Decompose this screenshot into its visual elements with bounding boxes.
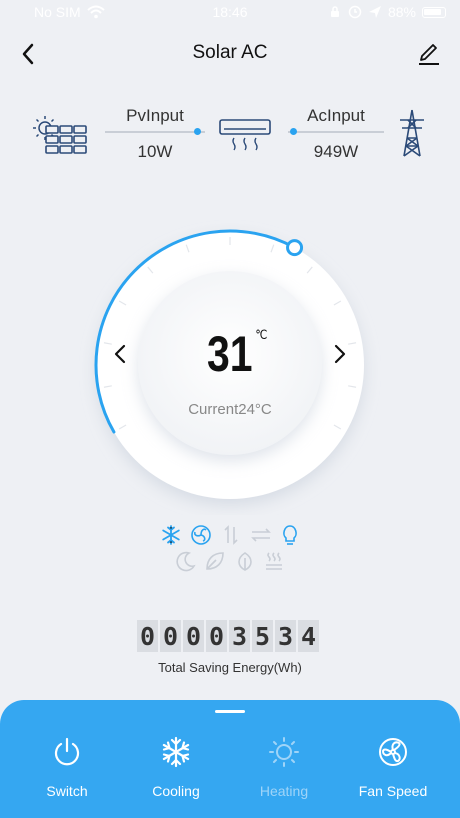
current-temperature: Current24°C [188,401,272,418]
alarm-icon [348,5,362,19]
battery-icon [422,6,446,18]
snowflake-icon [162,736,190,768]
lock-rotation-icon [330,6,339,17]
heating-button[interactable]: Heating [234,736,334,799]
moon-icon [176,551,196,572]
page-title: Solar AC [192,42,268,63]
energy-digit: 0 [183,620,204,652]
energy-digit: 0 [137,620,158,652]
left-right-arrows-icon [251,528,271,542]
fan-speed-label: Fan Speed [358,783,428,799]
bulb-icon [283,525,297,545]
cooling-button[interactable]: Cooling [126,736,226,799]
ac-input-value: 949W [313,142,359,161]
switch-button[interactable]: Switch [17,736,117,799]
fan-icon [379,738,407,766]
eco-leaf-icon [238,552,252,571]
energy-counter: 00003534 [137,620,319,652]
cooling-label: Cooling [152,783,200,799]
pv-input-value: 10W [137,142,173,161]
pv-input-label: PvInput [126,106,184,125]
nav-bar: Solar AC [0,34,460,74]
up-down-arrows-icon [224,525,238,545]
pv-line [105,131,205,133]
energy-label: Total Saving Energy(Wh) [158,660,302,675]
chevron-right-icon [334,344,346,364]
pencil-icon [419,44,439,65]
temp-increase-button[interactable] [328,339,352,369]
setpoint-value: 31 [207,326,253,382]
status-time: 18:46 [212,4,248,20]
temperature-unit: ℃ [255,327,268,342]
energy-digit: 5 [252,620,273,652]
status-bar: No SIM 18:46 88% [0,0,460,26]
edit-button[interactable] [416,38,442,68]
mode-indicators [0,520,460,576]
heating-label: Heating [259,783,309,799]
energy-digit: 0 [160,620,181,652]
air-conditioner-icon [219,119,271,151]
battery-percent: 88% [387,4,416,20]
heat-waves-icon [266,552,282,570]
snowflake-icon [162,525,180,545]
thermostat-dial[interactable]: 31 ℃ Current24°C [0,215,460,515]
energy-digit: 4 [298,620,319,652]
power-icon [54,737,80,766]
chevron-left-icon [114,344,126,364]
energy-digit: 0 [206,620,227,652]
energy-digit: 3 [275,620,296,652]
control-panel: Switch Cooling Heating Fan Speed [0,700,460,818]
setpoint-temperature: 31 ℃ [207,325,267,383]
sun-icon [269,737,299,767]
power-tower-icon [400,109,424,157]
fan-speed-button[interactable]: Fan Speed [343,736,443,799]
switch-label: Switch [46,783,88,799]
leaf-icon [206,552,224,570]
dial-knob[interactable] [286,239,304,257]
pv-flow-dot [194,128,201,135]
ac-line [288,131,384,133]
solar-panel-icon [33,116,87,154]
drag-handle[interactable] [215,710,245,713]
ac-flow-dot [290,128,297,135]
ac-input-label: AcInput [307,106,365,125]
fan-icon [191,525,211,545]
temp-decrease-button[interactable] [108,339,132,369]
power-flow: PvInput 10W AcInput 949W [0,100,460,170]
dial-center: 31 ℃ Current24°C [114,297,346,467]
energy-digit: 3 [229,620,250,652]
location-icon [368,6,381,18]
